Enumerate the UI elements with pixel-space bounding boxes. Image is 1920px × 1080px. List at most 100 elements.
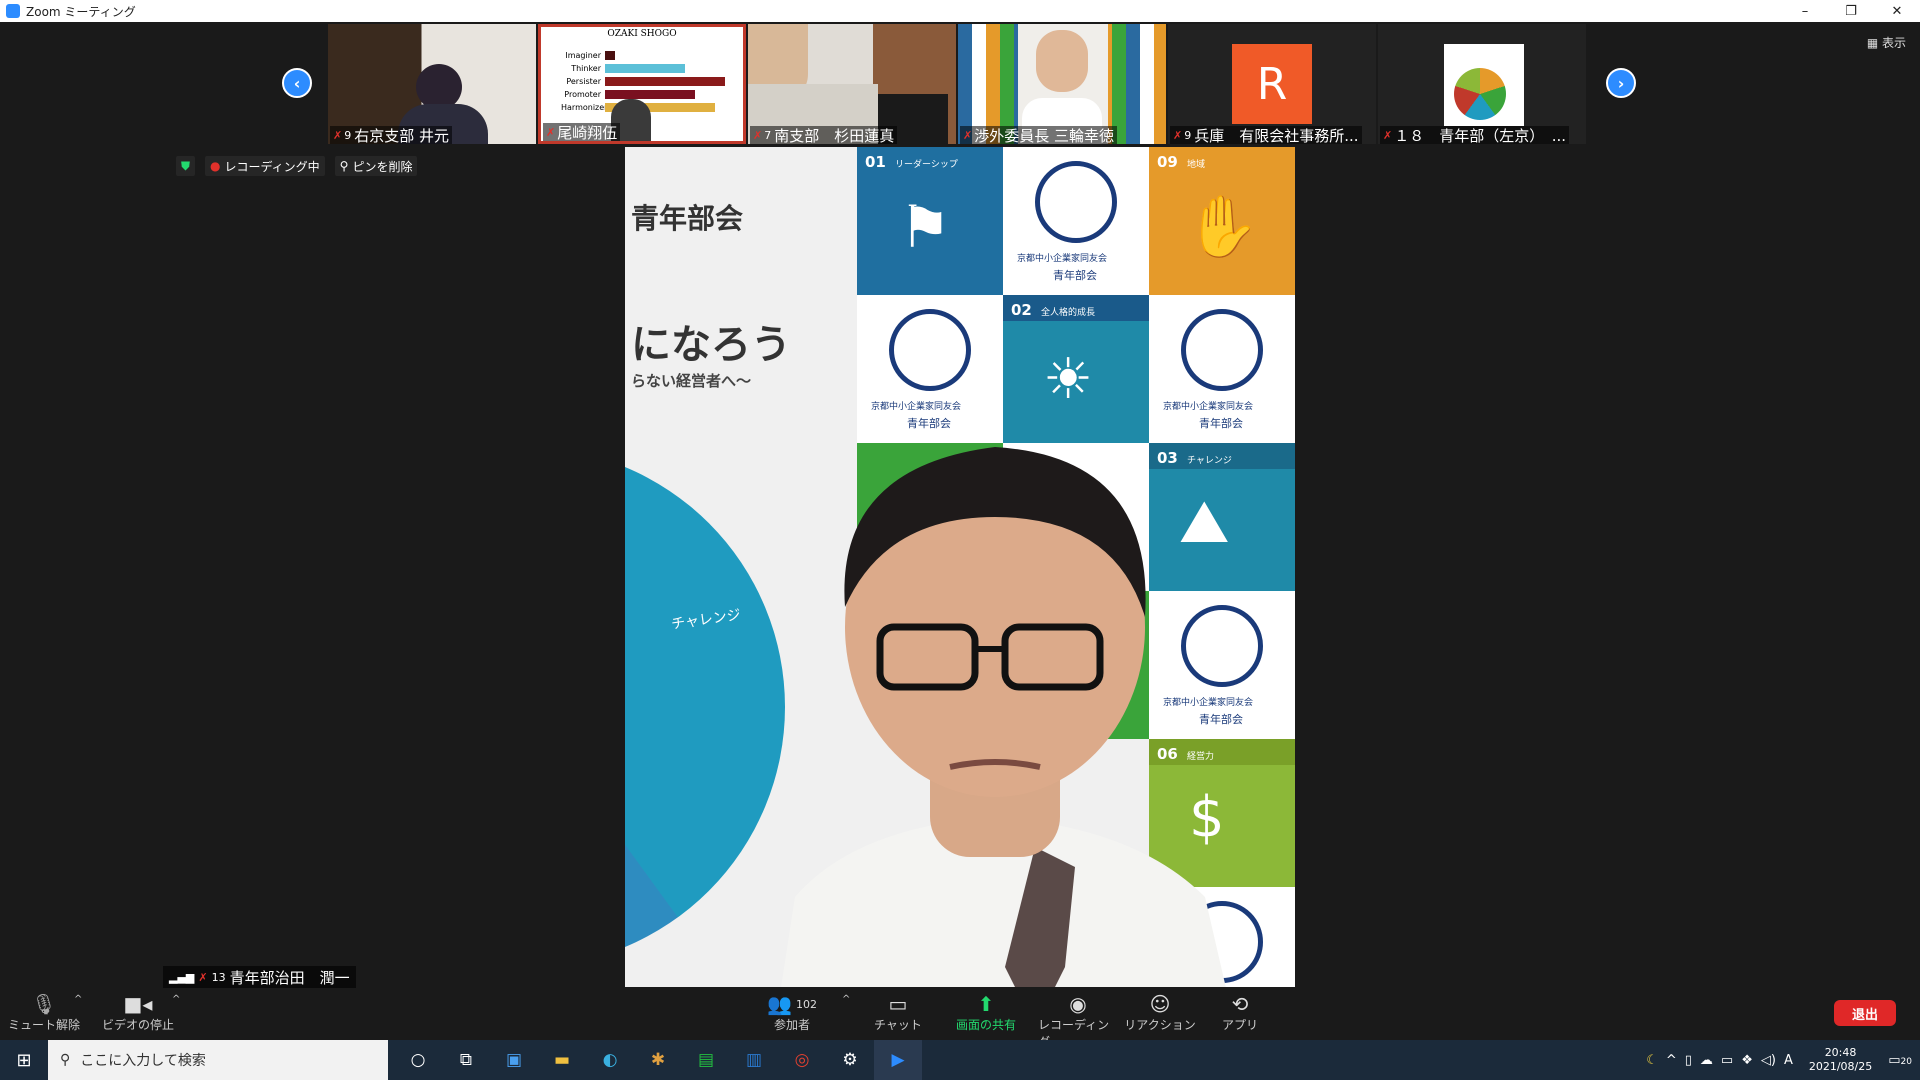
volume-icon[interactable]: ◁) (1761, 1053, 1776, 1068)
chart-labels: Imaginer Thinker Persister Promoter Harm… (561, 49, 608, 114)
cloud-icon[interactable]: ☁ (1700, 1053, 1713, 1068)
mic-muted-icon: ✗ (333, 128, 343, 142)
notification-center-icon[interactable]: ▭20 (1888, 1053, 1912, 1068)
leave-meeting-button[interactable]: 退出 (1834, 1000, 1896, 1026)
participant-strip: ✗ 9 右京支部 井元 OZAKI SHOGO Imaginer Thinker P… (328, 24, 1588, 144)
zoom-taskbar-icon[interactable]: ▶ (874, 1040, 922, 1080)
cell-label: リーダーシップ (895, 160, 958, 170)
logo-icon (889, 309, 971, 391)
bar-label: Harmonizer (561, 103, 608, 112)
unpin-label: ピンを削除 (352, 159, 413, 174)
share-label: 画面の共有 (955, 1018, 1016, 1032)
org-name: 京都中小企業家同友会 (871, 402, 962, 412)
bar (605, 90, 695, 99)
participants-button[interactable]: 👥 102 参加者 (752, 992, 832, 1033)
trello-app-icon[interactable]: ▥ (730, 1040, 778, 1080)
night-mode-icon[interactable]: ☾ (1646, 1053, 1658, 1068)
grid-cell: 02 全人格的成長 ☀ (1003, 295, 1149, 443)
window-title: Zoom ミーティング (26, 4, 136, 19)
dreamweaver-app-icon[interactable]: ▣ (490, 1040, 538, 1080)
video-options-caret[interactable]: ^ (172, 994, 180, 1005)
settings-gear-icon[interactable]: ⚙ (826, 1040, 874, 1080)
reactions-button[interactable]: ☺ リアクション (1120, 992, 1200, 1033)
participant-name: 南支部 杉田蓮真 (774, 126, 895, 145)
participant-name: 兵庫 有限会社事務所... (1194, 126, 1359, 145)
shared-slide-thumb (1444, 44, 1524, 126)
main-speaker-video: チャレンジ 青年部会 になろう らない経営者へ～ 01 リーダーシップ ⚑ 京都中小… (625, 147, 1295, 987)
task-view-icon[interactable]: ⧉ (442, 1040, 490, 1080)
close-button[interactable]: ✕ (1874, 0, 1920, 22)
participant-tile[interactable]: ✗ 渉外委員長 三輪幸徳 (958, 24, 1166, 144)
edge-browser-icon[interactable]: ◐ (586, 1040, 634, 1080)
windows-taskbar: ⊞ ⚲ ここに入力して検索 ○ ⧉ ▣ ▬ ◐ ✱ ▤ ▥ ◎ ⚙ ▶ ☾ ^ ▯… (0, 1040, 1920, 1080)
chat-button[interactable]: ▭ チャット (858, 992, 938, 1033)
cortana-icon[interactable]: ○ (394, 1040, 442, 1080)
show-hidden-icons-icon[interactable]: ^ (1666, 1053, 1677, 1068)
bar-label: Promoter (564, 90, 601, 99)
view-button[interactable]: ▦ 表示 (1867, 34, 1906, 51)
search-icon: ⚲ (60, 1052, 71, 1068)
file-explorer-icon[interactable]: ▬ (538, 1040, 586, 1080)
next-page-button[interactable]: › (1606, 68, 1636, 98)
share-screen-button[interactable]: ⬆ 画面の共有 (946, 992, 1026, 1033)
participants-options-caret[interactable]: ^ (842, 994, 850, 1005)
chrome-browser-icon[interactable]: ◎ (778, 1040, 826, 1080)
participant-tile[interactable]: OZAKI SHOGO Imaginer Thinker Persister P… (538, 24, 746, 144)
taskbar-search[interactable]: ⚲ ここに入力して検索 (48, 1040, 388, 1080)
background-text: になろう (631, 322, 791, 368)
participant-tile[interactable]: R ✗ 9 兵庫 有限会社事務所... (1168, 24, 1376, 144)
taskbar-pinned-apps: ○ ⧉ ▣ ▬ ◐ ✱ ▤ ▥ ◎ ⚙ ▶ (394, 1040, 922, 1080)
participant-tile[interactable]: ✗ １８ 青年部（左京） ... (1378, 24, 1586, 144)
prev-page-button[interactable]: ‹ (282, 68, 312, 98)
cell-label: 地域 (1187, 160, 1206, 170)
bar (605, 51, 615, 60)
participant-name-bar: ✗ 7 南支部 杉田蓮真 (750, 126, 898, 145)
recording-indicator[interactable]: ● レコーディング中 (205, 156, 325, 176)
leader-icon: ⚑ (899, 193, 951, 261)
stop-video-button[interactable]: ■◂ ビデオの停止 (98, 992, 178, 1033)
background-text: 青年部会 (631, 202, 744, 235)
restore-button[interactable]: ❐ (1828, 0, 1874, 22)
smiley-icon: ☺ (1149, 992, 1171, 1016)
unmute-label: ミュート解除 (7, 1018, 80, 1032)
speaker-person (781, 447, 1226, 987)
windows-logo-icon: ⊞ (16, 1049, 32, 1071)
start-button[interactable]: ⊞ (0, 1040, 48, 1080)
device-icon[interactable]: ▯ (1685, 1053, 1692, 1068)
speaker-name: 青年部治田 潤一 (229, 968, 350, 987)
chevron-left-icon: ‹ (293, 73, 301, 93)
shield-icon: ⛊ (181, 158, 191, 173)
ime-indicator[interactable]: A (1784, 1053, 1793, 1068)
bar-label: Thinker (571, 64, 601, 73)
stop-video-label: ビデオの停止 (101, 1018, 174, 1032)
cell-number: 01 (865, 153, 886, 171)
taskbar-clock[interactable]: 20:48 2021/08/25 (1809, 1046, 1872, 1074)
pin-icon: ⚲ (339, 159, 349, 173)
minimize-button[interactable]: – (1782, 0, 1828, 22)
system-tray: ☾ ^ ▯ ☁ ▭ ❖ ◁) A 20:48 2021/08/25 ▭20 (1646, 1040, 1920, 1080)
bar-label: Persister (566, 77, 601, 86)
network-icon[interactable]: ▭ (1721, 1053, 1733, 1068)
unpin-button[interactable]: ⚲ ピンを削除 (334, 156, 418, 176)
apps-button[interactable]: ⟲ アプリ (1200, 992, 1280, 1033)
participant-name: 右京支部 井元 (354, 126, 449, 145)
participant-face (1036, 30, 1088, 92)
encryption-shield[interactable]: ⛊ (176, 156, 196, 176)
dropbox-icon[interactable]: ❖ (1741, 1053, 1753, 1068)
signal-icon: ▂▄▆ (169, 970, 195, 984)
mic-muted-icon: ✗ (963, 128, 973, 142)
camera-icon: ■◂ (123, 992, 153, 1016)
line-app-icon[interactable]: ▤ (682, 1040, 730, 1080)
audio-options-caret[interactable]: ^ (74, 994, 82, 1005)
window-titlebar: Zoom ミーティング – ❐ ✕ (0, 0, 1920, 22)
recording-label: レコーディング中 (224, 159, 320, 174)
slack-app-icon[interactable]: ✱ (634, 1040, 682, 1080)
search-placeholder: ここに入力して検索 (80, 1053, 206, 1069)
notification-count: 20 (1900, 1056, 1912, 1067)
participant-name: 渉外委員長 三輪幸徳 (974, 126, 1114, 145)
unmute-button[interactable]: 🎙 ミュート解除 (4, 992, 84, 1033)
cell-number: 02 (1011, 301, 1032, 319)
participant-tile[interactable]: ✗ 9 右京支部 井元 (328, 24, 536, 144)
participant-tile[interactable]: ✗ 7 南支部 杉田蓮真 (748, 24, 956, 144)
sunrise-icon: ☀ (1043, 347, 1094, 412)
